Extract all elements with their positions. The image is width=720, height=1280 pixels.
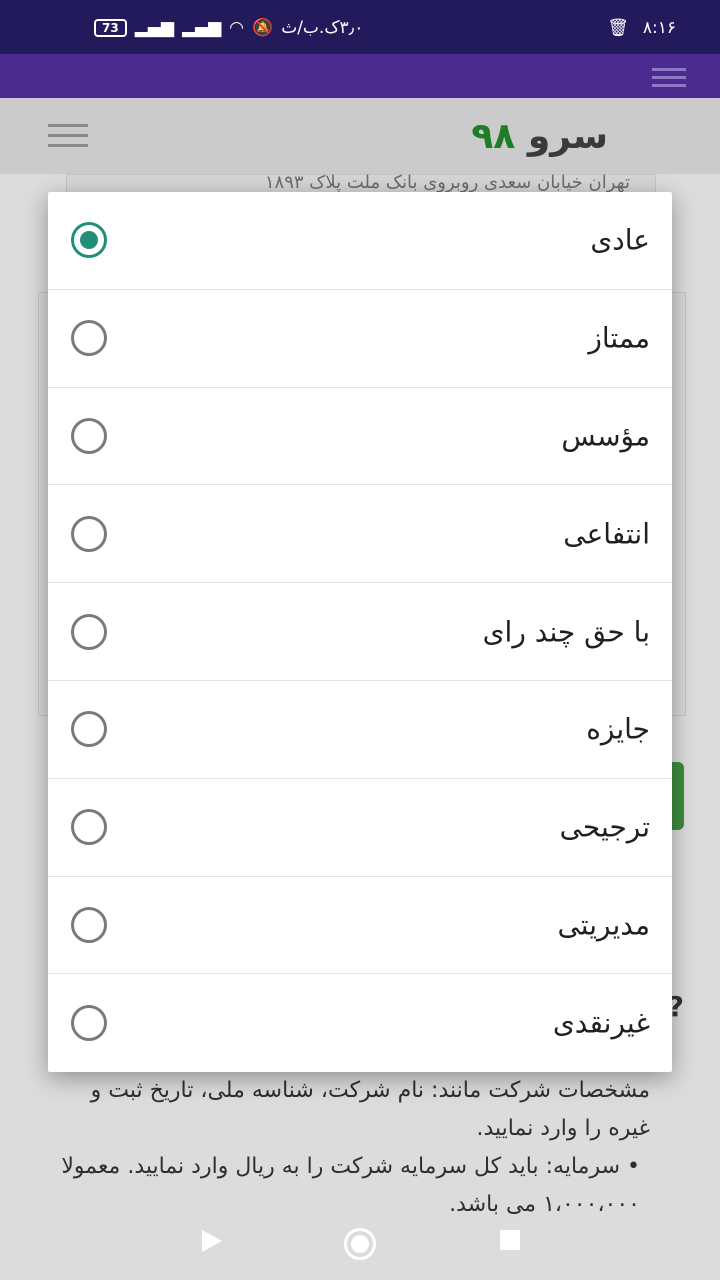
option-label: انتفاعی (563, 517, 650, 551)
logo-text: سرو (527, 116, 608, 157)
battery-icon: 73 (94, 19, 127, 37)
radio-unchecked-icon[interactable] (71, 906, 107, 943)
option-label: غیرنقدی (552, 1006, 650, 1040)
help-text: مشخصات شرکت مانند: نام شرکت، شناسه ملی، … (60, 1072, 650, 1224)
option-row[interactable]: عادی (48, 192, 672, 290)
back-icon[interactable] (202, 1230, 222, 1252)
home-icon[interactable] (344, 1228, 376, 1260)
bullet-mark: • (627, 1154, 640, 1179)
radio-unchecked-icon[interactable] (71, 1005, 107, 1042)
option-label: ترجیحی (559, 810, 650, 844)
option-row[interactable]: غیرنقدی (48, 974, 672, 1072)
option-row[interactable]: جایزه (48, 681, 672, 779)
wifi-icon: ◠ (229, 18, 245, 38)
system-nav-bar (0, 1208, 720, 1280)
option-label: جایزه (586, 712, 650, 746)
signal-icon: ▂▄▆ (181, 18, 222, 38)
radio-unchecked-icon[interactable] (71, 809, 107, 846)
recent-apps-icon[interactable] (500, 1230, 520, 1250)
top-bar (0, 54, 720, 98)
option-row[interactable]: ترجیحی (48, 779, 672, 877)
radio-unchecked-icon[interactable] (71, 711, 107, 748)
radio-unchecked-icon[interactable] (71, 515, 107, 552)
radio-unchecked-icon[interactable] (71, 613, 107, 650)
option-label: مدیریتی (557, 908, 650, 942)
address-text: تهران خیابان سعدی روبروی بانک ملت پلاک ۱… (264, 172, 630, 193)
option-label: با حق چند رای (482, 615, 650, 649)
status-right: 🗑 ۸:۱۶ (607, 18, 676, 38)
option-label: مؤسس (561, 419, 650, 453)
hamburger-menu-icon[interactable] (48, 124, 88, 154)
mute-icon: 🔕 (252, 18, 274, 38)
option-label: ممتاز (588, 321, 650, 355)
logo-number: ۹۸ (471, 116, 516, 157)
radio-unchecked-icon[interactable] (71, 417, 107, 454)
option-row[interactable]: با حق چند رای (48, 583, 672, 681)
menu-icon[interactable] (652, 68, 686, 92)
option-row[interactable]: ممتاز (48, 290, 672, 388)
logo: سرو ۹۸ (471, 116, 608, 157)
option-row[interactable]: مؤسس (48, 388, 672, 486)
network-speed: ۳٫۰ک.ب/ث (281, 18, 364, 38)
option-row[interactable]: انتفاعی (48, 485, 672, 584)
app-header: سرو ۹۸ (0, 98, 720, 174)
status-bar: 73 ▂▄▆ ▂▄▆ ◠ 🔕 ۳٫۰ک.ب/ث 🗑 ۸:۱۶ (0, 0, 720, 54)
status-left: 73 ▂▄▆ ▂▄▆ ◠ 🔕 ۳٫۰ک.ب/ث (94, 18, 363, 38)
trash-icon: 🗑 (607, 18, 629, 38)
radio-checked-icon[interactable] (71, 222, 107, 259)
clock: ۸:۱۶ (642, 18, 676, 38)
option-row[interactable]: مدیریتی (48, 877, 672, 975)
help-paragraph: مشخصات شرکت مانند: نام شرکت، شناسه ملی، … (90, 1078, 650, 1141)
option-label: عادی (590, 223, 650, 257)
radio-unchecked-icon[interactable] (71, 320, 107, 357)
signal-icon: ▂▄▆ (134, 18, 174, 38)
green-button[interactable] (670, 762, 684, 830)
share-type-dialog: عادی ممتاز مؤسس انتفاعی با حق چند رای جا… (48, 192, 672, 1072)
